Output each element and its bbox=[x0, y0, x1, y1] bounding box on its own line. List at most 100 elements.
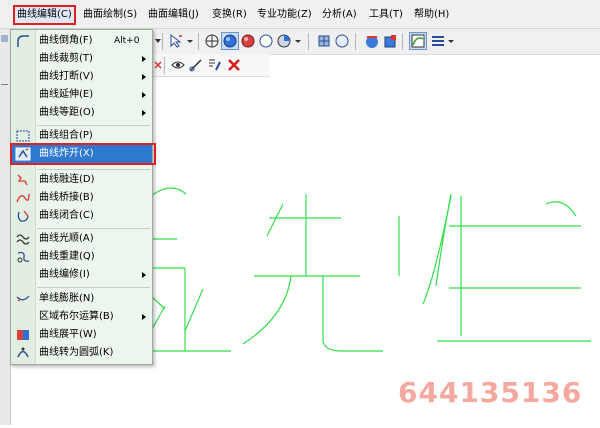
menu-surface-draw[interactable]: 曲面绘制(S) bbox=[83, 7, 137, 23]
curve-explode-icon bbox=[15, 147, 31, 161]
menu-item-curve-blend[interactable]: 曲线融连(D) bbox=[11, 171, 152, 189]
dropdown-arrow-icon[interactable] bbox=[294, 33, 302, 49]
curve-flatten-icon bbox=[17, 330, 29, 340]
submenu-arrow-icon bbox=[142, 56, 146, 62]
sphere-view-icon[interactable] bbox=[276, 33, 292, 49]
menu-item-curve-close[interactable]: 曲线闭合(C) bbox=[11, 207, 152, 225]
curve-drawing bbox=[150, 187, 591, 352]
menu-item-label: 曲线转为圆弧(K) bbox=[39, 347, 114, 358]
menu-transform[interactable]: 变换(R) bbox=[212, 7, 247, 23]
menu-curve-edit[interactable]: 曲线编辑(C) bbox=[13, 5, 76, 25]
delete-icon[interactable] bbox=[226, 57, 242, 73]
submenu-arrow-icon bbox=[142, 74, 146, 80]
menu-item-curve-to-arc[interactable]: 曲线转为圆弧(K) bbox=[11, 344, 152, 362]
circle-view-icon[interactable] bbox=[334, 33, 350, 49]
curve-to-arc-icon bbox=[17, 347, 29, 358]
menu-item-label: 单线膨胀(N) bbox=[39, 293, 95, 304]
menu-item-curve-modify[interactable]: 曲线编修(I) bbox=[11, 266, 152, 284]
drawing-canvas[interactable] bbox=[150, 76, 600, 425]
menu-item-label: 曲线等距(O) bbox=[39, 107, 95, 118]
menu-item-curve-flatten[interactable]: 曲线展平(W) bbox=[11, 326, 152, 344]
curve-segment bbox=[422, 195, 452, 305]
dropdown-arrow-icon[interactable] bbox=[447, 33, 455, 49]
material-sphere-icon[interactable] bbox=[364, 33, 380, 49]
render-view-icon[interactable] bbox=[240, 33, 256, 49]
transparent-view-icon[interactable] bbox=[258, 33, 274, 49]
curve-join-icon bbox=[16, 130, 30, 142]
menu-item-label: 曲线裁剪(T) bbox=[39, 53, 93, 64]
panel-divider bbox=[1, 84, 8, 85]
curve-smooth-icon bbox=[16, 234, 30, 245]
menu-help[interactable]: 帮助(H) bbox=[414, 7, 449, 23]
panel-handle-icon[interactable] bbox=[1, 35, 8, 42]
menu-item-label: 曲线光顺(A) bbox=[39, 233, 94, 244]
curve-segment bbox=[184, 288, 204, 332]
toolbar-separator bbox=[162, 33, 163, 50]
menu-separator bbox=[37, 169, 150, 170]
curve-edit-dropdown: 曲线倒角(F) Alt+0 曲线裁剪(T) 曲线打断(V) 曲线延伸(E) 曲线… bbox=[10, 29, 153, 365]
toolbar-edit bbox=[150, 54, 270, 77]
menu-surface-edit[interactable]: 曲面编辑(J) bbox=[148, 7, 199, 23]
grid-cube-icon[interactable] bbox=[316, 33, 332, 49]
menu-item-curve-smooth[interactable]: 曲线光顺(A) bbox=[11, 230, 152, 248]
dropdown-arrow-icon[interactable] bbox=[186, 33, 194, 49]
measure-pick-icon[interactable] bbox=[188, 57, 204, 73]
curve-close-icon bbox=[17, 210, 29, 222]
select-arrow-icon[interactable] bbox=[168, 33, 184, 49]
menu-item-curve-explode[interactable]: 曲线炸开(X) bbox=[11, 145, 152, 163]
menu-item-shortcut: Alt+0 bbox=[114, 36, 140, 46]
material-cube-icon[interactable] bbox=[382, 33, 398, 49]
menu-bar: 曲线编辑(C) 曲面绘制(S) 曲面编辑(J) 变换(R) 专业功能(Z) 分析… bbox=[0, 0, 600, 29]
toolbar-separator bbox=[198, 33, 199, 50]
menu-item-label: 曲线打断(V) bbox=[39, 71, 94, 82]
toolbar-separator bbox=[402, 33, 403, 50]
toolbar-separator bbox=[164, 57, 165, 74]
curve-segment bbox=[545, 201, 577, 217]
menu-special-functions[interactable]: 专业功能(Z) bbox=[257, 7, 312, 23]
submenu-arrow-icon bbox=[142, 314, 146, 320]
toolbar-separator bbox=[355, 33, 356, 50]
menu-tools[interactable]: 工具(T) bbox=[369, 7, 403, 23]
curve-display-icon[interactable] bbox=[409, 32, 427, 50]
curve-segment bbox=[150, 305, 166, 332]
menu-item-label: 曲线倒角(F) bbox=[39, 35, 93, 46]
eye-view-icon[interactable] bbox=[170, 57, 186, 73]
menu-item-label: 曲线闭合(C) bbox=[39, 210, 94, 221]
curve-bridge-icon bbox=[16, 193, 30, 203]
curve-segment bbox=[266, 203, 284, 237]
menu-item-region-boolean[interactable]: 区域布尔运算(B) bbox=[11, 308, 152, 326]
toolbar-separator bbox=[308, 33, 309, 50]
menu-item-curve-offset[interactable]: 曲线等距(O) bbox=[11, 104, 152, 122]
menu-item-curve-rebuild[interactable]: 曲线重建(Q) bbox=[11, 248, 152, 266]
menu-item-single-inflate[interactable]: 单线膨胀(N) bbox=[11, 290, 152, 308]
menu-item-label: 曲线组合(P) bbox=[39, 130, 93, 141]
curve-segment bbox=[322, 276, 383, 352]
curve-segment bbox=[150, 187, 187, 197]
menu-item-label: 曲线融连(D) bbox=[39, 174, 95, 185]
curve-segment bbox=[150, 295, 166, 310]
submenu-arrow-icon bbox=[142, 272, 146, 278]
menu-item-label: 曲线展平(W) bbox=[39, 329, 97, 340]
layer-list-icon[interactable] bbox=[430, 33, 446, 49]
edit-text-icon[interactable] bbox=[206, 57, 222, 73]
menu-item-label: 曲线重建(Q) bbox=[39, 251, 95, 262]
menu-item-curve-fillet[interactable]: 曲线倒角(F) Alt+0 bbox=[11, 32, 152, 50]
menu-separator bbox=[37, 125, 150, 126]
menu-analysis[interactable]: 分析(A) bbox=[322, 7, 357, 23]
menu-item-curve-break[interactable]: 曲线打断(V) bbox=[11, 68, 152, 86]
menu-separator bbox=[37, 228, 150, 229]
menu-item-curve-trim[interactable]: 曲线裁剪(T) bbox=[11, 50, 152, 68]
toolbar-view bbox=[150, 29, 600, 55]
curve-blend-icon bbox=[17, 174, 28, 186]
submenu-arrow-icon bbox=[142, 92, 146, 98]
menu-item-label: 曲线编修(I) bbox=[39, 269, 90, 280]
curve-inflate-icon bbox=[16, 295, 30, 302]
menu-separator bbox=[37, 287, 150, 288]
menu-item-label: 曲线桥接(B) bbox=[39, 192, 94, 203]
menu-item-label: 区域布尔运算(B) bbox=[39, 311, 114, 322]
menu-item-curve-extend[interactable]: 曲线延伸(E) bbox=[11, 86, 152, 104]
wireframe-view-icon[interactable] bbox=[204, 33, 220, 49]
shaded-view-icon[interactable] bbox=[221, 32, 239, 50]
menu-item-curve-bridge[interactable]: 曲线桥接(B) bbox=[11, 189, 152, 207]
menu-item-curve-join[interactable]: 曲线组合(P) bbox=[11, 127, 152, 145]
